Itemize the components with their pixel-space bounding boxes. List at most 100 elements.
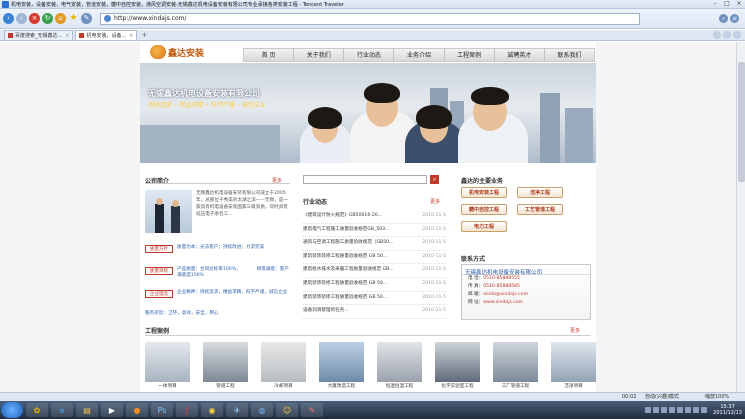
back-arrow-icon[interactable]: ‹ — [3, 13, 14, 24]
hero-banner: 无锡鑫达机电设备安装有限公司 持续追求 • 精益求精 • 科学严谨 • 诚信立业 — [140, 63, 596, 163]
value-row: 企业理念 企业精神：持续追求，精益求精，科学严谨，诚信立业 — [145, 290, 290, 298]
maximize-button[interactable]: □ — [721, 0, 733, 8]
case-item[interactable]: 工厂管道工程 — [493, 342, 538, 392]
folder-icon[interactable]: ▤ — [76, 403, 98, 417]
case-item[interactable]: 大厦改造工程 — [319, 342, 364, 392]
minimize-button[interactable]: – — [709, 0, 721, 8]
star-icon[interactable]: ★ — [68, 13, 79, 24]
case-item[interactable]: 洁净项目 — [551, 342, 596, 392]
business-item[interactable]: 糖中自控工程 — [461, 204, 507, 215]
tray-icon[interactable] — [645, 407, 652, 413]
tray-icon[interactable] — [653, 407, 660, 413]
scrollbar-thumb[interactable] — [738, 62, 745, 182]
nav-cases[interactable]: 工程案例 — [445, 49, 495, 61]
news-item[interactable]: 建筑给水排水及采暖工程质量验收规范 GB... 2010-11-5 — [303, 264, 446, 278]
value-row: 质量目标 产品质量：合同达标率100%， 顾客满意：客户满意度100% — [145, 267, 290, 279]
contact-line: 网 址：www.xindajs.com — [468, 300, 524, 305]
case-item[interactable]: 恒温恒湿工程 — [377, 342, 422, 392]
start-button[interactable] — [1, 402, 23, 418]
cases-more-link[interactable]: 更多 — [570, 327, 580, 334]
news-item[interactable]: 建筑电气工程施工质量验收规范GB_503... 2010-11-5 — [303, 224, 446, 238]
contact-company: 无锡鑫达机电设备安装有限公司 — [462, 265, 590, 276]
address-bar[interactable]: http://www.xindajs.com/ — [100, 12, 640, 25]
value-badge: 企业理念 — [145, 290, 173, 298]
editor-icon[interactable]: ✎ — [301, 403, 323, 417]
tray-icon[interactable] — [685, 407, 692, 413]
news-item[interactable]: 建筑装饰装修工程质量验收规范 GB 50... 2010-11-5 — [303, 278, 446, 292]
tab-baidu[interactable]: 百度搜索_无锡鑫达... × — [4, 30, 74, 41]
news-item[interactable]: 《建筑设计防火规范》GB50016-20... 2010-11-5 — [303, 210, 446, 224]
status-zoom[interactable]: 缩放100% — [705, 393, 729, 401]
stop-icon[interactable]: × — [29, 13, 40, 24]
nav-about[interactable]: 关于我们 — [294, 49, 345, 61]
site-logo[interactable]: 鑫达安装 — [150, 42, 235, 62]
tray-icon[interactable] — [677, 407, 684, 413]
tab-list-icon[interactable] — [713, 31, 721, 39]
refresh-icon[interactable]: ↻ — [42, 13, 53, 24]
business-item[interactable]: 电力工程 — [461, 221, 507, 232]
news-item[interactable]: 建筑装饰装修工程质量验收规范 GB 50... 2010-11-5 — [303, 251, 446, 265]
tab-tools-icon[interactable] — [733, 31, 741, 39]
nav-home[interactable]: 首 页 — [244, 49, 295, 61]
firefox-icon[interactable]: ● — [126, 403, 148, 417]
tab-bar: 百度搜索_无锡鑫达... × 机电安装，设备... × + — [0, 30, 745, 41]
globe-icon — [104, 15, 111, 22]
nav-jobs[interactable]: 诚聘英才 — [495, 49, 545, 61]
media-player-icon[interactable]: ▶ — [101, 403, 123, 417]
nav-business[interactable]: 业务介绍 — [394, 49, 445, 61]
business-item[interactable]: 工艺管道工程 — [517, 204, 563, 215]
service-motto: 服务宗旨：卫环，高效，安全，用心 — [145, 311, 219, 316]
browser-app-icon — [2, 0, 9, 8]
value-row: 质量方针 质量为本；光法客户；持续改进；力求完美 — [145, 245, 290, 253]
taskbar-clock[interactable]: 15:37 2011/12/13 — [713, 404, 742, 416]
search-icon[interactable]: ⌕ — [430, 175, 439, 184]
close-button[interactable]: × — [733, 0, 745, 8]
home-icon[interactable]: ⌂ — [55, 13, 66, 24]
status-mode[interactable]: 自动(兴趣)模式 — [645, 393, 679, 401]
tools-icon[interactable]: ✎ — [81, 13, 92, 24]
tab-scroll-icon[interactable] — [723, 31, 731, 39]
nav-news[interactable]: 行业动态 — [344, 49, 395, 61]
volume-icon[interactable] — [693, 407, 700, 413]
new-tab-icon[interactable]: + — [141, 30, 147, 40]
news-item[interactable]: 通风与空调工程施工质量验收规范（GB50... 2010-11-5 — [303, 237, 446, 251]
tray-icon[interactable] — [661, 407, 668, 413]
business-list: 机电安装工程 洁净工程 糖中自控工程 工艺管道工程 电力工程 — [461, 187, 591, 232]
browser-toolbar: ‹ › × ↻ ⌂ ★ ✎ http://www.xindajs.com/ ⌕ … — [0, 9, 745, 29]
menu-icon[interactable]: ≡ — [730, 14, 739, 23]
tray-icon[interactable] — [669, 407, 676, 413]
case-item[interactable]: 一体项目 — [145, 342, 190, 392]
case-item[interactable]: 化学实验室工程 — [435, 342, 480, 392]
plane-icon[interactable]: ✈ — [226, 403, 248, 417]
vertical-scrollbar[interactable] — [736, 42, 745, 392]
flash-icon[interactable]: ƒ — [176, 403, 198, 417]
address-url[interactable]: http://www.xindajs.com/ — [114, 15, 187, 22]
nav-contact[interactable]: 联系我们 — [545, 49, 594, 61]
business-item[interactable]: 洁净工程 — [517, 187, 563, 198]
ie-icon[interactable]: e — [51, 403, 73, 417]
case-item[interactable]: 冷却项目 — [261, 342, 306, 392]
search-engine-icon[interactable]: ⌕ — [719, 14, 728, 23]
network-icon[interactable] — [701, 407, 708, 413]
windows-taskbar: ✿ e ▤ ▶ ● Ps ƒ ◉ ✈ ◍ ☺ ✎ 15:37 2011/12/1… — [0, 401, 745, 419]
tab-xinda[interactable]: 机电安装，设备... × — [75, 30, 138, 41]
news-item[interactable]: 建筑装饰装修工程质量验收规范 GB 50... 2010-11-5 — [303, 292, 446, 306]
value-text: 企业精神：持续追求，精益求精，科学严谨，诚信立业 — [177, 290, 288, 295]
cases-divider — [145, 335, 591, 336]
value-badge: 质量方针 — [145, 245, 173, 253]
forward-arrow-icon[interactable]: › — [16, 13, 27, 24]
chrome-icon[interactable]: ◉ — [201, 403, 223, 417]
case-item[interactable]: 管道工程 — [203, 342, 248, 392]
tab-close-icon[interactable]: × — [65, 31, 69, 41]
qq-icon[interactable]: ☺ — [276, 403, 298, 417]
business-item[interactable]: 机电安装工程 — [461, 187, 507, 198]
traveler-icon[interactable]: ◍ — [251, 403, 273, 417]
tab-close-icon[interactable]: × — [129, 31, 133, 41]
news-more-link[interactable]: 更多 — [430, 198, 440, 205]
news-item[interactable]: 设备润滑管理的任务... 2010-11-5 — [303, 305, 446, 319]
contact-line: 传 真：0510-85888585 — [468, 284, 520, 289]
tab-label: 机电安装，设备... — [86, 32, 127, 39]
site-search-input[interactable] — [303, 175, 427, 184]
taskbar-app-icon[interactable]: ✿ — [26, 403, 48, 417]
photoshop-icon[interactable]: Ps — [151, 403, 173, 417]
